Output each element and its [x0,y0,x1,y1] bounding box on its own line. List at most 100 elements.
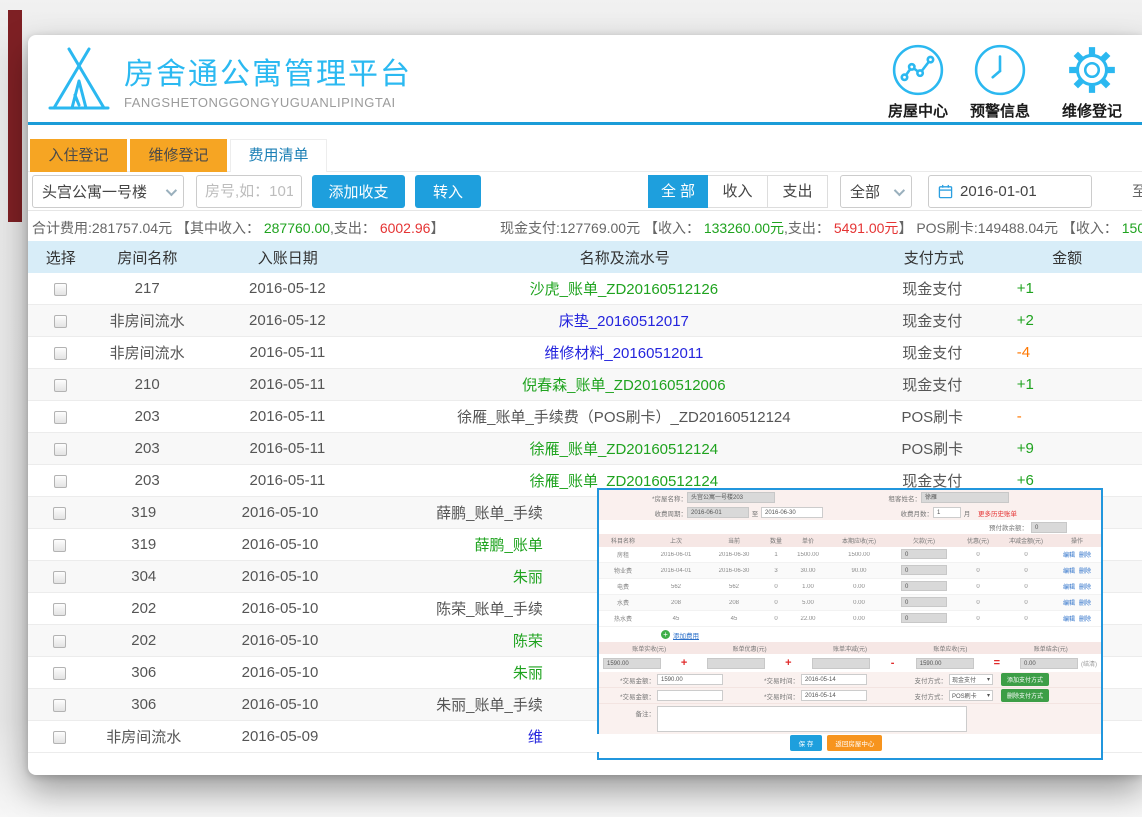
line-chart-icon [891,43,945,97]
add-income-expense-button[interactable]: 添加收支 [312,175,405,208]
tab-2[interactable]: 维修登记 [130,139,227,172]
transaction-time-input[interactable]: 2016-05-14 [801,690,867,701]
add-pay-method-button[interactable]: 添加支付方式 [1001,673,1049,686]
filter-segment[interactable]: 全部 [648,175,708,208]
period-to-input[interactable]: 2016-06-30 [761,507,823,518]
fee-column-header: 操作 [1053,536,1101,545]
row-checkbox[interactable] [53,603,66,616]
fee-column-header: 上次 [647,536,705,545]
row-checkbox[interactable] [53,539,66,552]
delete-link[interactable]: 删除 [1079,601,1091,607]
room-cell: 210 [93,376,200,393]
row-checkbox[interactable] [53,667,66,680]
tenant-name-input[interactable]: 徐雁 [921,492,1009,503]
tab-3[interactable]: 费用清单 [230,139,327,172]
date-cell: 2016-05-10 [196,632,364,649]
row-checkbox[interactable] [53,571,66,584]
totals-input[interactable]: 1590.00 [603,658,661,669]
fee-price: 1500.00 [789,552,827,558]
date-cell: 2016-05-10 [196,536,364,553]
pay-method-select[interactable]: 现金支付▾ [949,674,993,685]
summary-text: 6002.96 [380,220,431,236]
totals-input[interactable]: 1590.00 [916,658,974,669]
row-checkbox[interactable] [54,411,67,424]
row-checkbox[interactable] [54,283,67,296]
fee-debt-input[interactable]: 0 [901,565,947,575]
fee-debt-input[interactable]: 0 [901,549,947,559]
row-checkbox[interactable] [53,635,66,648]
fee-debt-cell: 0 [891,581,957,593]
edit-link[interactable]: 编辑 [1063,585,1075,591]
row-checkbox[interactable] [54,379,67,392]
row-checkbox[interactable] [54,443,67,456]
pay-method-select[interactable]: POS刷卡▾ [949,690,993,701]
fee-prev: 208 [647,600,705,606]
fee-debt-cell: 0 [891,613,957,625]
transaction-amount-input[interactable]: 1590.00 [657,674,723,685]
fee-column-header: 数量 [763,536,789,545]
bill-name-link[interactable]: 徐雁_账单_ZD20160512124 [374,438,874,459]
filter-segment[interactable]: 支出 [768,175,828,208]
row-checkbox[interactable] [53,731,66,744]
delete-link[interactable]: 删除 [1079,617,1091,623]
transaction-row: *交易金额：1590.00*交易时间：2016-05-14支付方式：现金支付▾添… [599,672,1101,688]
fee-qty: 0 [763,616,789,622]
checkbox-cell [28,536,92,553]
filter-segment[interactable]: 收入 [708,175,768,208]
transaction-amount-input[interactable] [657,690,723,701]
bill-name-link[interactable]: 沙虎_账单_ZD20160512126 [374,278,874,299]
app-title: 房舍通公寓管理平台 [124,49,412,93]
months-input[interactable]: 1 [933,507,961,518]
edit-link[interactable]: 编辑 [1063,569,1075,575]
edit-link[interactable]: 编辑 [1063,617,1075,623]
chevron-down-icon: ▾ [987,676,990,683]
house-name-input[interactable]: 头宫公寓一号楼203 [687,492,775,503]
fee-debt-input[interactable]: 0 [901,613,947,623]
bill-name-link[interactable]: 倪春森_账单_ZD20160512006 [374,374,874,395]
tab-1[interactable]: 入住登记 [30,139,127,172]
room-number-input[interactable] [196,175,302,208]
fee-name: 热水费 [599,614,647,623]
building-select[interactable]: 头宫公寓一号楼 [32,175,184,208]
edit-link[interactable]: 编辑 [1063,601,1075,607]
delete-link[interactable]: 删除 [1079,569,1091,575]
row-checkbox[interactable] [54,315,67,328]
bill-name-link[interactable]: 维修材料_20160512011 [374,342,874,363]
history-bills-link[interactable]: 更多历史账单 [978,508,1017,518]
return-house-center-button[interactable]: 返回房屋中心 [827,735,882,751]
date-from-input[interactable]: 2016-01-01 [928,175,1092,208]
nav-warning-info[interactable]: 预警信息 [952,43,1048,121]
remark-textarea[interactable] [657,706,967,732]
prepay-input[interactable]: 0 [1031,522,1067,533]
edit-link[interactable]: 编辑 [1063,553,1075,559]
delete-pay-method-button[interactable]: 删除支付方式 [1001,689,1049,702]
row-checkbox[interactable] [54,347,67,360]
table-row: 非房间流水2016-05-12床垫_20160512017现金支付+2 [28,305,1142,337]
add-fee-link[interactable]: 添加费用 [673,630,699,640]
date-cell: 2016-05-11 [201,344,374,361]
period-from-input[interactable]: 2016-06-01 [687,507,749,518]
summary-by-method: 现金支付:127769.00元 【收入： 133260.00元,支出： 5491… [500,218,1142,238]
row-checkbox[interactable] [54,475,67,488]
totals-input[interactable]: 0.00 [1020,658,1078,669]
save-button[interactable]: 保 存 [790,735,823,751]
delete-link[interactable]: 删除 [1079,585,1091,591]
fee-debt-input[interactable]: 0 [901,581,947,591]
bill-name-link[interactable]: 床垫_20160512017 [374,310,874,331]
transfer-in-button[interactable]: 转入 [415,175,481,208]
row-checkbox[interactable] [53,699,66,712]
fee-debt-input[interactable]: 0 [901,597,947,607]
totals-input[interactable] [812,658,870,669]
transaction-time-input[interactable]: 2016-05-14 [801,674,867,685]
summary-text: ,支出： [784,220,834,236]
totals-input[interactable] [707,658,765,669]
delete-link[interactable]: 删除 [1079,553,1091,559]
date-cell: 2016-05-12 [201,280,374,297]
checkbox-cell [28,568,92,585]
pay-type-select[interactable]: 全部 [840,175,912,208]
fee-qty: 0 [763,600,789,606]
transaction-amount-label: *交易金额： [615,691,655,701]
nav-repair-register[interactable]: 维修登记 [1044,43,1140,121]
row-checkbox[interactable] [53,507,66,520]
app-header: 房舍通公寓管理平台 FANGSHETONGGONGYUGUANLIPINGTAI… [28,35,1142,122]
